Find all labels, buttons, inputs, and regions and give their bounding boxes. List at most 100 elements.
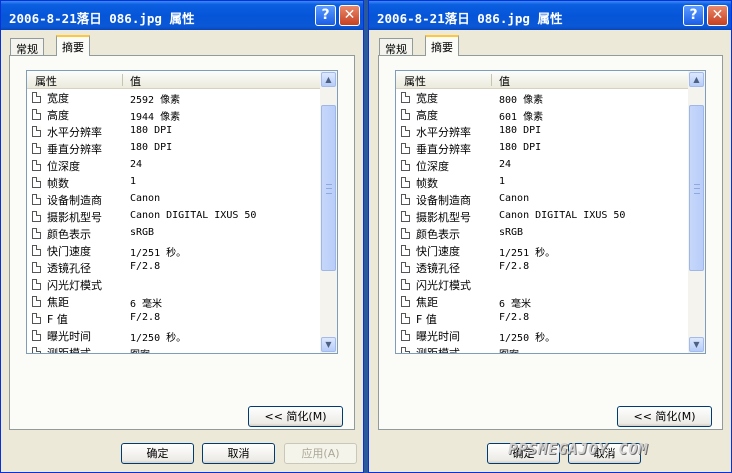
ok-button[interactable]: 确定 bbox=[121, 443, 194, 464]
column-header-value[interactable]: 值 bbox=[499, 73, 510, 89]
property-value: 180 DPI bbox=[130, 125, 173, 136]
document-icon bbox=[32, 245, 41, 256]
table-row[interactable]: 水平分辨率 180 DPI bbox=[396, 123, 688, 140]
vertical-scrollbar[interactable]: ▲ ▼ bbox=[688, 71, 705, 353]
scroll-down-button[interactable]: ▼ bbox=[689, 337, 704, 352]
scroll-up-button[interactable]: ▲ bbox=[689, 72, 704, 87]
table-row[interactable]: 宽度 800 像素 bbox=[396, 89, 688, 106]
table-row[interactable]: F 值 F/2.8 bbox=[27, 310, 320, 327]
column-header-value[interactable]: 值 bbox=[130, 73, 141, 89]
table-row[interactable]: 水平分辨率 180 DPI bbox=[27, 123, 320, 140]
simplify-button[interactable]: << 简化(M) bbox=[617, 406, 712, 427]
column-header-property[interactable]: 属性 bbox=[404, 73, 426, 89]
document-icon bbox=[32, 262, 41, 273]
column-divider[interactable] bbox=[122, 74, 123, 86]
table-row[interactable]: 高度 601 像素 bbox=[396, 106, 688, 123]
table-row[interactable]: 颜色表示 sRGB bbox=[396, 225, 688, 242]
table-row[interactable]: 摄影机型号 Canon DIGITAL IXUS 50 bbox=[396, 208, 688, 225]
grip-icon bbox=[326, 184, 332, 194]
table-row[interactable]: 焦距 6 毫米 bbox=[27, 293, 320, 310]
grip-icon bbox=[694, 184, 700, 194]
cancel-button[interactable]: 取消 bbox=[202, 443, 275, 464]
property-name: 垂直分辨率 bbox=[47, 143, 102, 156]
tab-general[interactable]: 常规 bbox=[379, 38, 413, 56]
table-row[interactable]: 曝光时间 1/250 秒。 bbox=[396, 327, 688, 344]
table-row[interactable]: 垂直分辨率 180 DPI bbox=[27, 140, 320, 157]
document-icon bbox=[32, 177, 41, 188]
help-button[interactable]: ? bbox=[683, 5, 704, 26]
table-row[interactable]: 设备制造商 Canon bbox=[396, 191, 688, 208]
document-icon bbox=[401, 279, 410, 290]
table-row[interactable]: 焦距 6 毫米 bbox=[396, 293, 688, 310]
simplify-button[interactable]: << 简化(M) bbox=[248, 406, 343, 427]
property-name: 宽度 bbox=[416, 92, 438, 105]
table-row[interactable]: 垂直分辨率 180 DPI bbox=[396, 140, 688, 157]
property-value: Canon DIGITAL IXUS 50 bbox=[130, 210, 257, 221]
table-row[interactable]: 测距模式 图案 bbox=[27, 344, 320, 353]
property-name: 焦距 bbox=[416, 296, 438, 309]
table-row[interactable]: 帧数 1 bbox=[396, 174, 688, 191]
property-value: Canon DIGITAL IXUS 50 bbox=[499, 210, 626, 221]
column-divider[interactable] bbox=[491, 74, 492, 86]
property-name: 帧数 bbox=[47, 177, 69, 190]
vertical-scrollbar[interactable]: ▲ ▼ bbox=[320, 71, 337, 353]
table-row[interactable]: 宽度 2592 像素 bbox=[27, 89, 320, 106]
property-value: 180 DPI bbox=[130, 142, 173, 153]
tab-summary[interactable]: 摘要 bbox=[56, 35, 90, 56]
tab-general[interactable]: 常规 bbox=[10, 38, 44, 56]
property-value: F/2.8 bbox=[499, 261, 530, 272]
property-rows: 宽度 800 像素 高度 601 像素 水平分辨率 180 DPI 垂直分辨率 180 DPI… bbox=[396, 89, 688, 353]
property-value: 1/250 秒。 bbox=[130, 333, 187, 344]
table-row[interactable]: 曝光时间 1/250 秒。 bbox=[27, 327, 320, 344]
tab-summary[interactable]: 摘要 bbox=[425, 35, 459, 56]
document-icon bbox=[401, 211, 410, 222]
table-row[interactable]: 透镜孔径 F/2.8 bbox=[396, 259, 688, 276]
document-icon bbox=[32, 211, 41, 222]
scroll-up-button[interactable]: ▲ bbox=[321, 72, 336, 87]
document-icon bbox=[401, 330, 410, 341]
property-name: 闪光灯模式 bbox=[416, 279, 471, 292]
help-button[interactable]: ? bbox=[315, 5, 336, 26]
document-icon bbox=[401, 296, 410, 307]
property-value: 1/250 秒。 bbox=[499, 333, 556, 344]
property-name: 测距模式 bbox=[416, 345, 460, 353]
close-icon: ✕ bbox=[711, 7, 724, 23]
table-row[interactable]: 摄影机型号 Canon DIGITAL IXUS 50 bbox=[27, 208, 320, 225]
watermark: PPSMEGAJOY.COM bbox=[508, 440, 649, 458]
document-icon bbox=[32, 160, 41, 171]
scroll-thumb[interactable] bbox=[321, 105, 336, 271]
window-title: 2006-8-21落日 086.jpg 属性 bbox=[377, 11, 563, 26]
table-row[interactable]: 透镜孔径 F/2.8 bbox=[27, 259, 320, 276]
table-row[interactable]: 闪光灯模式 bbox=[396, 276, 688, 293]
property-value: 180 DPI bbox=[499, 142, 542, 153]
property-value: 图案 bbox=[499, 346, 519, 353]
table-row[interactable]: 颜色表示 sRGB bbox=[27, 225, 320, 242]
document-icon bbox=[401, 160, 410, 171]
property-name: 颜色表示 bbox=[47, 228, 91, 241]
scroll-down-button[interactable]: ▼ bbox=[321, 337, 336, 352]
table-row[interactable]: F 值 F/2.8 bbox=[396, 310, 688, 327]
table-row[interactable]: 位深度 24 bbox=[27, 157, 320, 174]
document-icon bbox=[401, 92, 410, 103]
table-row[interactable]: 高度 1944 像素 bbox=[27, 106, 320, 123]
table-row[interactable]: 帧数 1 bbox=[27, 174, 320, 191]
property-value: F/2.8 bbox=[130, 261, 161, 272]
close-button[interactable]: ✕ bbox=[707, 5, 728, 26]
table-row[interactable]: 闪光灯模式 bbox=[27, 276, 320, 293]
scroll-thumb[interactable] bbox=[689, 105, 704, 271]
title-bar[interactable]: 2006-8-21落日 086.jpg 属性 ? ✕ bbox=[1, 1, 363, 30]
column-header-property[interactable]: 属性 bbox=[35, 73, 57, 89]
table-row[interactable]: 设备制造商 Canon bbox=[27, 191, 320, 208]
arrow-up-icon: ▲ bbox=[325, 75, 332, 84]
property-name: 测距模式 bbox=[47, 345, 91, 353]
arrow-up-icon: ▲ bbox=[693, 75, 700, 84]
table-row[interactable]: 位深度 24 bbox=[396, 157, 688, 174]
property-name: 设备制造商 bbox=[416, 194, 471, 207]
title-bar[interactable]: 2006-8-21落日 086.jpg 属性 ? ✕ bbox=[369, 1, 731, 30]
apply-button[interactable]: 应用(A) bbox=[284, 443, 357, 464]
table-row[interactable]: 测距模式 图案 bbox=[396, 344, 688, 353]
table-row[interactable]: 快门速度 1/251 秒。 bbox=[396, 242, 688, 259]
document-icon bbox=[32, 126, 41, 137]
table-row[interactable]: 快门速度 1/251 秒。 bbox=[27, 242, 320, 259]
close-button[interactable]: ✕ bbox=[339, 5, 360, 26]
